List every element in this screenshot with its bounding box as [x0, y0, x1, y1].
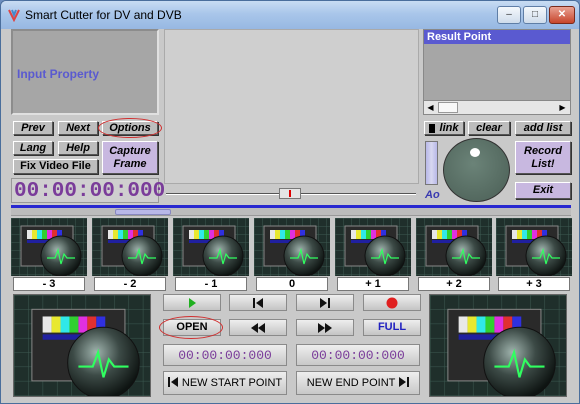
frame-offset-label: 0 [256, 277, 328, 291]
timeline-scroll[interactable] [11, 208, 571, 216]
capture-frame-label-1: Capture [109, 145, 151, 157]
horizontal-scrollbar[interactable]: ◀ ▶ [424, 100, 570, 114]
audio-level-meter [425, 141, 438, 185]
timecode-text: 00:00:00:000 [14, 180, 166, 203]
thumbnail-image-1 [92, 218, 168, 277]
frame-offset-label: - 1 [175, 277, 247, 291]
step-back-icon [253, 298, 263, 308]
thumbnail-image-3 [254, 218, 330, 277]
frame-offset-label: + 2 [418, 277, 490, 291]
play-icon [189, 298, 196, 308]
frame-offset-label: - 2 [94, 277, 166, 291]
step-forward-icon [320, 298, 330, 308]
record-list-label-1: Record [524, 145, 562, 157]
thumbnail-image-0 [11, 218, 87, 277]
frame-thumbnail[interactable] [173, 218, 249, 277]
jog-dial-knob[interactable] [470, 148, 480, 157]
rewind-icon [251, 323, 265, 333]
scroll-left-icon[interactable]: ◀ [425, 102, 436, 113]
record-list-label-2: List! [531, 158, 555, 170]
add-list-button[interactable]: add list [515, 121, 571, 135]
close-button[interactable]: ✕ [549, 6, 575, 24]
new-start-point-button[interactable]: NEW START POINT [163, 371, 287, 395]
end-time-display: 00:00:00:000 [296, 344, 420, 366]
new-end-point-label: NEW END POINT [306, 377, 396, 389]
lang-button[interactable]: Lang [13, 141, 53, 155]
full-button[interactable]: FULL [363, 319, 421, 336]
fix-video-file-button[interactable]: Fix Video File [13, 159, 98, 174]
timeline-thumb[interactable] [115, 209, 171, 215]
result-point-panel: Result Point ◀ ▶ [423, 29, 571, 115]
frame-offset-label: - 3 [13, 277, 85, 291]
help-button[interactable]: Help [58, 141, 98, 155]
rewind-button[interactable] [229, 319, 287, 336]
scroll-right-icon[interactable]: ▶ [557, 102, 568, 113]
thumbnail-image-5 [416, 218, 492, 277]
frame-thumbnail[interactable] [11, 218, 87, 277]
end-point-icon [399, 377, 410, 387]
options-highlight [98, 118, 162, 138]
frame-thumbnail[interactable] [254, 218, 330, 277]
link-button[interactable]: link [424, 121, 464, 135]
app-window: Smart Cutter for DV and DVB – □ ✕ Input … [0, 0, 580, 404]
capture-frame-button[interactable]: Capture Frame [102, 141, 158, 174]
start-point-icon [167, 377, 178, 387]
ao-label: Ao [425, 189, 440, 201]
new-start-point-label: NEW START POINT [181, 377, 283, 389]
position-slider[interactable] [164, 187, 419, 201]
prev-button[interactable]: Prev [13, 121, 53, 135]
window-title: Smart Cutter for DV and DVB [25, 8, 182, 22]
capture-frame-label-2: Frame [113, 158, 147, 170]
thumbnail-image-4 [335, 218, 411, 277]
prev-frame-button[interactable] [229, 294, 287, 311]
start-time-text: 00:00:00:000 [178, 348, 272, 363]
end-preview-image [430, 295, 566, 400]
new-end-point-button[interactable]: NEW END POINT [296, 371, 420, 395]
slider-marker [289, 190, 291, 197]
frame-thumbnail[interactable] [92, 218, 168, 277]
input-property-panel: Input Property [11, 29, 159, 115]
clear-button[interactable]: clear [468, 121, 510, 135]
next-frame-button[interactable] [296, 294, 354, 311]
frame-offset-label: + 1 [337, 277, 409, 291]
fast-forward-button[interactable] [296, 319, 354, 336]
frame-thumbnail[interactable] [496, 218, 572, 277]
frame-offset-label: + 3 [498, 277, 570, 291]
end-time-text: 00:00:00:000 [311, 348, 405, 363]
start-time-display: 00:00:00:000 [163, 344, 287, 366]
start-preview-image [14, 295, 150, 400]
maximize-button[interactable]: □ [523, 6, 547, 24]
record-list-button[interactable]: Record List! [515, 141, 571, 174]
result-point-header: Result Point [424, 30, 570, 44]
video-preview [164, 29, 419, 184]
input-property-label: Input Property [17, 67, 100, 81]
end-frame-preview [429, 294, 567, 400]
play-button[interactable] [163, 294, 221, 311]
title-bar: Smart Cutter for DV and DVB – □ ✕ [1, 1, 579, 29]
scroll-thumb[interactable] [438, 102, 458, 113]
thumbnail-image-2 [173, 218, 249, 277]
frame-thumbnail[interactable] [416, 218, 492, 277]
record-button[interactable] [363, 294, 421, 311]
start-frame-preview [13, 294, 151, 400]
open-highlight [159, 316, 223, 339]
app-icon [8, 9, 20, 22]
exit-button[interactable]: Exit [515, 182, 571, 199]
link-indicator-icon [429, 124, 435, 133]
timecode-display: 00:00:00:000 [11, 178, 165, 203]
next-button[interactable]: Next [58, 121, 98, 135]
jog-dial[interactable] [443, 138, 510, 202]
frame-thumbnail[interactable] [335, 218, 411, 277]
slider-thumb[interactable] [279, 188, 301, 199]
fast-forward-icon [318, 323, 332, 333]
thumbnail-image-6 [496, 218, 572, 277]
minimize-button[interactable]: – [497, 6, 521, 24]
record-icon [386, 297, 398, 309]
